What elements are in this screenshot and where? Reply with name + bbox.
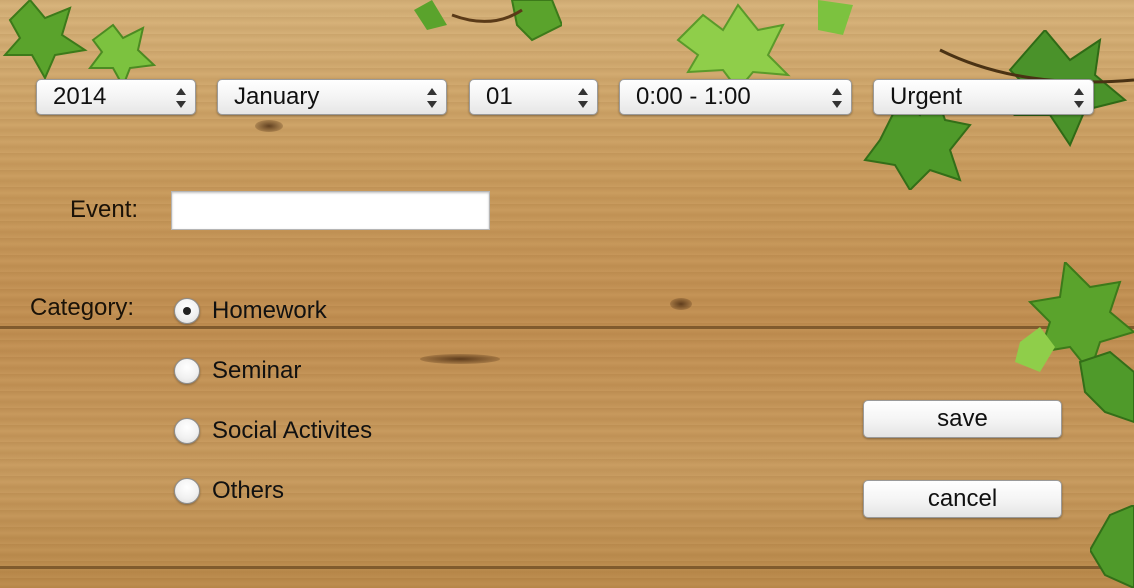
radio-button[interactable] [174, 358, 200, 384]
select-arrows-icon [427, 88, 437, 108]
select-arrows-icon [578, 88, 588, 108]
category-option-social-activites[interactable]: Social Activites [174, 416, 372, 446]
select-arrows-icon [1074, 88, 1084, 108]
month-select-value: January [234, 83, 320, 110]
time-select[interactable]: 0:00 - 1:00 [619, 79, 852, 115]
plank-seam-top [0, 326, 1134, 329]
ivy-leaf-icon [412, 0, 562, 50]
wood-knot [420, 354, 500, 364]
category-option-seminar[interactable]: Seminar [174, 356, 301, 386]
select-arrows-icon [832, 88, 842, 108]
priority-select-value: Urgent [890, 83, 963, 110]
plank-seam-bottom [0, 566, 1134, 569]
event-label: Event: [70, 196, 139, 223]
ivy-leaf-icon [0, 0, 90, 80]
radio-button-checked[interactable] [174, 298, 200, 324]
priority-select[interactable]: Urgent [873, 79, 1094, 115]
category-option-others[interactable]: Others [174, 476, 284, 506]
year-select-value: 2014 [53, 83, 107, 110]
save-button[interactable]: save [863, 400, 1062, 438]
cancel-button[interactable]: cancel [863, 480, 1062, 518]
radio-button[interactable] [174, 478, 200, 504]
category-option-homework[interactable]: Homework [174, 296, 327, 326]
radio-label: Others [212, 477, 285, 504]
year-select[interactable]: 2014 [36, 79, 196, 115]
radio-label: Seminar [212, 357, 302, 384]
radio-label: Homework [212, 297, 327, 324]
day-select[interactable]: 01 [469, 79, 598, 115]
radio-button[interactable] [174, 418, 200, 444]
ivy-leaf-icon [1090, 505, 1134, 588]
category-label: Category: [30, 294, 135, 321]
radio-label: Social Activites [212, 417, 373, 444]
month-select[interactable]: January [217, 79, 447, 115]
select-arrows-icon [176, 88, 186, 108]
wood-knot [255, 120, 283, 132]
time-select-value: 0:00 - 1:00 [636, 83, 751, 110]
wood-knot [670, 298, 692, 310]
day-select-value: 01 [486, 83, 513, 110]
event-input[interactable] [171, 191, 490, 230]
